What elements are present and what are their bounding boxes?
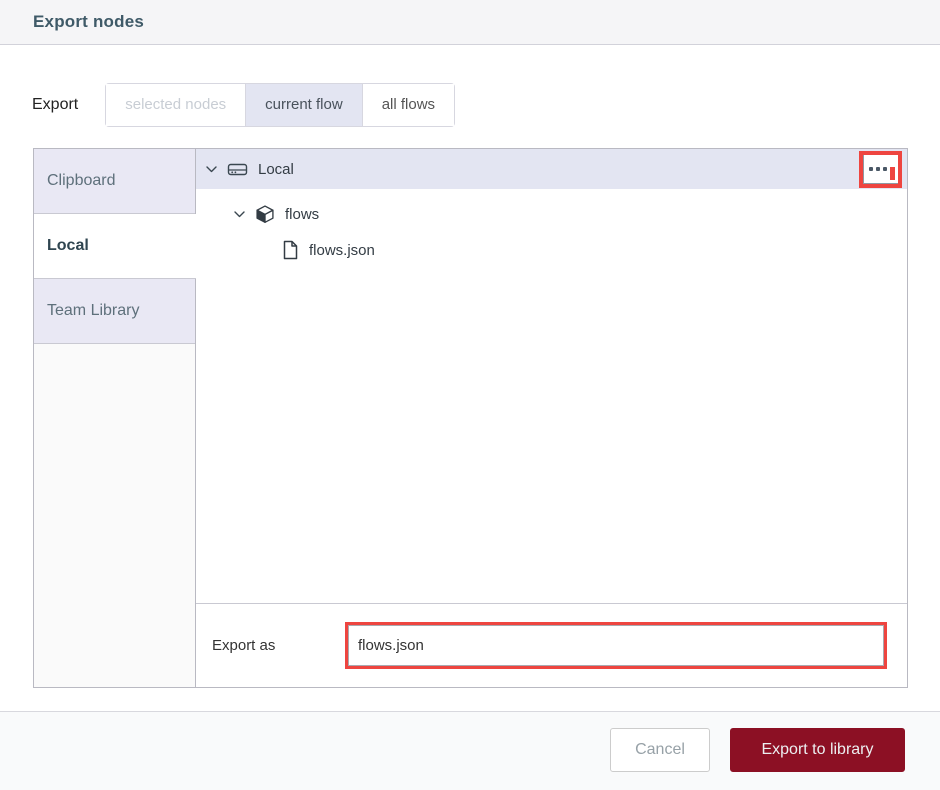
- dialog-footer: Cancel Export to library: [0, 711, 940, 790]
- tree-row-flows-json[interactable]: flows.json: [196, 232, 907, 268]
- ellipsis-icon: [868, 166, 873, 171]
- library-menu-button[interactable]: [863, 154, 898, 184]
- filename-input[interactable]: [348, 625, 884, 666]
- hard-drive-icon: [227, 160, 248, 179]
- sidebar-item-team-library[interactable]: Team Library: [34, 279, 195, 344]
- file-icon: [282, 240, 299, 260]
- library-sidebar: Clipboard Local Team Library: [34, 149, 196, 687]
- page-title: Export nodes: [33, 12, 145, 31]
- tree-item-label: Local: [258, 160, 294, 178]
- sidebar-item-clipboard[interactable]: Clipboard: [34, 149, 195, 214]
- annotation-box-menu: [859, 150, 902, 188]
- export-nodes-dialog: Export nodes Export selected nodes curre…: [0, 0, 940, 790]
- export-to-library-button[interactable]: Export to library: [730, 728, 905, 772]
- export-scope-row: Export selected nodes current flow all f…: [32, 83, 456, 127]
- tree-row-local[interactable]: Local: [196, 149, 907, 189]
- annotation-box-filename: [345, 622, 887, 669]
- sidebar-item-local[interactable]: Local: [34, 214, 196, 279]
- library-browser-panel: Clipboard Local Team Library Local flows…: [33, 148, 908, 688]
- export-as-section: Export as: [196, 603, 907, 687]
- tree-row-flows[interactable]: flows: [196, 196, 907, 232]
- scope-button-current-flow[interactable]: current flow: [245, 84, 363, 126]
- cube-icon: [255, 204, 275, 224]
- export-as-label: Export as: [212, 637, 276, 654]
- chevron-down-icon[interactable]: [205, 163, 218, 176]
- export-scope-button-group: selected nodes current flow all flows: [105, 83, 456, 127]
- export-scope-label: Export: [32, 96, 79, 113]
- tree-item-label: flows: [285, 205, 320, 223]
- annotation-mark: [890, 166, 895, 180]
- scope-button-all-flows[interactable]: all flows: [362, 84, 455, 126]
- library-tree-pane: Local flows flows.json Export as flows.j…: [196, 149, 907, 687]
- tree-item-label: flows.json: [309, 241, 375, 259]
- cancel-button[interactable]: Cancel: [610, 728, 710, 772]
- chevron-down-icon[interactable]: [233, 208, 246, 221]
- scope-button-selected-nodes[interactable]: selected nodes: [106, 84, 246, 126]
- dialog-header: Export nodes: [0, 0, 940, 45]
